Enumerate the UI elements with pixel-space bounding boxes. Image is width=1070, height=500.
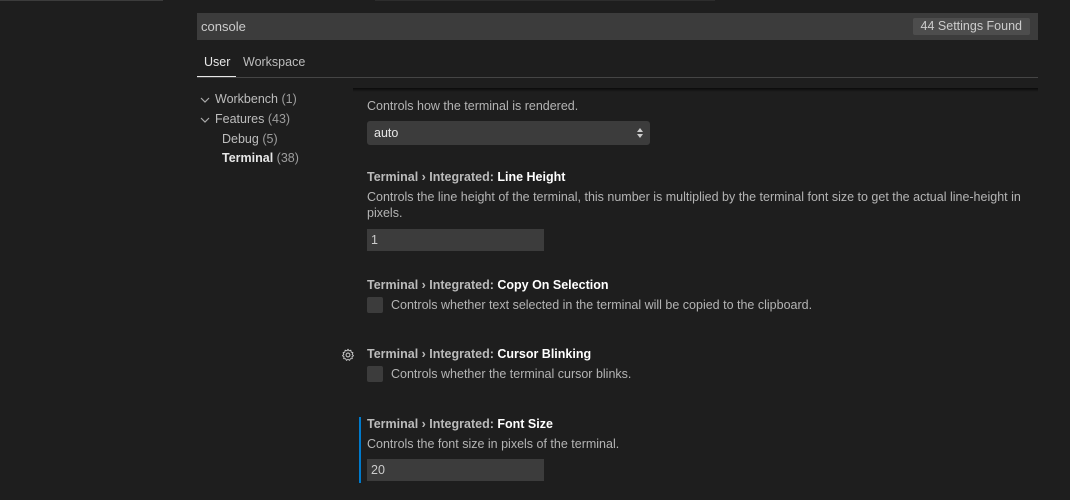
toc-count: (5) [262, 132, 278, 146]
setting-name: Copy On Selection [497, 278, 609, 292]
font-size-field [367, 459, 544, 481]
top-divider-2 [375, 0, 715, 1]
setting-name: Cursor Blinking [497, 347, 592, 361]
toc-label: Features [215, 112, 265, 126]
line-height-field [367, 229, 544, 251]
tab-workspace[interactable]: Workspace [243, 53, 305, 77]
settings-search-bar: 44 Settings Found [197, 13, 1038, 40]
clipped-setting-title [367, 80, 617, 91]
setting-category: Terminal › Integrated: [367, 170, 498, 184]
toc-count: (43) [267, 112, 291, 126]
cursor-blinking-title: Terminal › Integrated: Cursor Blinking [367, 347, 591, 361]
renderer-select[interactable]: auto [367, 121, 650, 145]
settings-found-badge: 44 Settings Found [912, 18, 1030, 35]
toc-item-debug[interactable]: Debug (5) [222, 132, 278, 146]
renderer-description: Controls how the terminal is rendered. [367, 99, 579, 113]
setting-name: Font Size [497, 417, 553, 431]
setting-category: Terminal › Integrated: [367, 278, 498, 292]
toc-count: (38) [276, 151, 299, 165]
tab-user[interactable]: User [204, 53, 230, 77]
toc-label: Workbench [215, 92, 278, 106]
toc-count: (1) [281, 92, 297, 106]
gear-icon[interactable] [341, 348, 355, 362]
font-size-description: Controls the font size in pixels of the … [367, 437, 620, 451]
top-divider [0, 0, 163, 1]
copy-on-selection-title: Terminal › Integrated: Copy On Selection [367, 278, 608, 292]
setting-category: Terminal › Integrated: [367, 347, 498, 361]
setting-category: Terminal › Integrated: [367, 417, 498, 431]
settings-search-input[interactable] [197, 13, 901, 40]
toc-label: Terminal [222, 151, 274, 165]
toc-item-workbench[interactable]: Workbench (1) [199, 92, 297, 106]
line-height-description: Controls the line height of the terminal… [367, 190, 1021, 220]
renderer-select-value: auto [374, 126, 399, 140]
chevron-down-icon [200, 117, 210, 123]
copy-on-selection-checkbox[interactable] [367, 297, 383, 313]
tabs-divider [197, 77, 1038, 78]
focused-setting-indicator [359, 417, 361, 483]
line-height-input[interactable] [367, 229, 544, 251]
toc-item-terminal[interactable]: Terminal (38) [222, 151, 299, 165]
chevron-down-icon [200, 97, 210, 103]
cursor-blinking-checkbox[interactable] [367, 366, 383, 382]
setting-name: Line Height [497, 170, 566, 184]
toc-label: Debug [222, 132, 259, 146]
select-arrows-icon [637, 128, 643, 138]
font-size-input[interactable] [367, 459, 544, 481]
toc-item-features[interactable]: Features (43) [199, 112, 290, 126]
line-height-title: Terminal › Integrated: Line Height [367, 170, 565, 184]
font-size-title: Terminal › Integrated: Font Size [367, 417, 553, 431]
copy-on-selection-description: Controls whether text selected in the te… [391, 298, 813, 312]
cursor-blinking-description: Controls whether the terminal cursor bli… [391, 367, 632, 381]
